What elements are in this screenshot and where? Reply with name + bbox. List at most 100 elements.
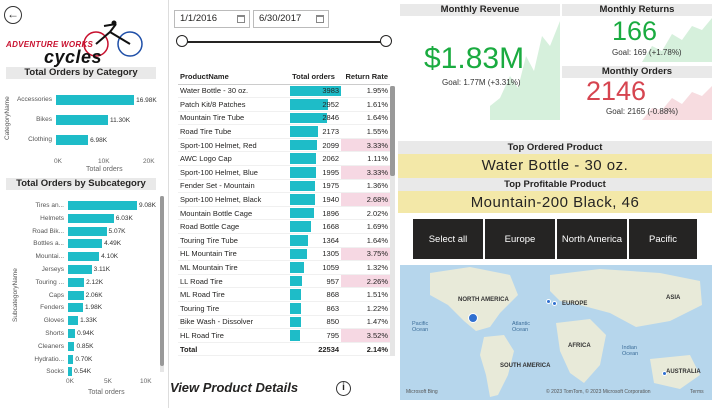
start-date-input[interactable]: 1/1/2016 [174, 10, 250, 28]
table-row[interactable]: Mountain Bottle Cage 1896 2.02% [178, 206, 390, 221]
table-row[interactable]: HL Road Tire 795 3.52% [178, 328, 390, 343]
table-row[interactable]: Road Bottle Cage 1668 1.69% [178, 219, 390, 235]
table-row[interactable]: Fender Set - Mountain 1975 1.36% [178, 179, 390, 194]
subcategory-bar[interactable] [68, 201, 137, 210]
category-x-tick: 0K [54, 158, 62, 165]
subcategory-bar[interactable] [68, 290, 84, 300]
subcategory-label: Road Bik... [32, 227, 64, 235]
table-row[interactable]: Touring Tire Tube 1364 1.64% [178, 233, 390, 248]
subcategory-chart-title: Total Orders by Subcategory [6, 178, 156, 190]
column-header-return-rate[interactable]: Return Rate [341, 70, 390, 85]
date-slider-track[interactable] [182, 41, 387, 43]
subcategory-bar[interactable] [68, 213, 114, 223]
category-bar[interactable] [56, 135, 89, 145]
subcategory-scroll-thumb[interactable] [160, 196, 164, 366]
region-button-europe[interactable]: Europe [485, 219, 557, 259]
orders-cell: 1059 [290, 260, 342, 275]
table-row[interactable]: AWC Logo Cap 2062 1.11% [178, 151, 390, 167]
subcategory-bar[interactable] [68, 277, 85, 287]
orders-cell: 1668 [290, 219, 342, 235]
region-button-north-america[interactable]: North America [557, 219, 629, 259]
total-return-rate: 2.14% [341, 341, 390, 357]
table-row[interactable]: LL Road Tire 957 2.26% [178, 274, 390, 289]
orders-cell: 1940 [290, 192, 342, 207]
category-label: Clothing [28, 136, 52, 143]
subcategory-bar[interactable] [68, 226, 107, 236]
orders-value: 1364 [322, 235, 340, 245]
column-header-product[interactable]: ProductName [178, 70, 291, 85]
orders-data-bar [290, 262, 304, 273]
map-bubble-europe[interactable] [546, 299, 551, 304]
subcategory-label: Cleaners [37, 342, 64, 350]
orders-cell: 2062 [290, 151, 342, 167]
date-slider-start-handle[interactable] [176, 35, 188, 47]
subcategory-bar[interactable] [68, 341, 75, 351]
subcategory-label: Gloves [43, 317, 64, 325]
table-row[interactable]: Sport-100 Helmet, Red 2099 3.33% [178, 138, 390, 153]
map-label-south-america: SOUTH AMERICA [500, 363, 551, 369]
total-orders: 22534 [290, 341, 342, 357]
subcategory-bar[interactable] [68, 239, 103, 249]
orders-data-bar [290, 167, 316, 178]
map-bubble-australia[interactable] [662, 371, 667, 376]
kpi-orders-card: Monthly Orders 2146 Goal: 2165 (-0.88%) [562, 66, 712, 120]
region-button-pacific[interactable]: Pacific [629, 219, 699, 259]
map-bubble-europe[interactable] [552, 301, 557, 306]
subcategory-bar[interactable] [68, 329, 76, 338]
table-row[interactable]: ML Mountain Tire 1059 1.32% [178, 260, 390, 275]
table-row[interactable]: Bike Wash - Dissolver 850 1.47% [178, 315, 390, 330]
table-row[interactable]: Water Bottle - 30 oz. 3983 1.95% [178, 84, 390, 99]
subcategory-bar[interactable] [68, 265, 92, 274]
category-bar[interactable] [56, 115, 108, 125]
subcategory-bar[interactable] [68, 252, 100, 262]
table-row[interactable]: Touring Tire 863 1.22% [178, 301, 390, 316]
subcategory-value-label: 5.07K [108, 227, 126, 235]
subcategory-label: Jerseys [41, 266, 64, 273]
subcategory-bar[interactable] [68, 354, 74, 364]
orders-value: 795 [326, 330, 340, 340]
category-x-tick: 10K [98, 158, 110, 165]
region-button-select-all[interactable]: Select all [413, 219, 485, 259]
sales-map[interactable]: NORTH AMERICA EUROPE ASIA AFRICA SOUTH A… [400, 265, 712, 400]
product-name-cell: Mountain Tire Tube [178, 111, 291, 126]
column-header-orders[interactable]: Total orders [290, 70, 342, 85]
category-bar[interactable] [56, 95, 135, 105]
calendar-icon[interactable] [316, 15, 324, 23]
table-row[interactable]: Sport-100 Helmet, Blue 1995 3.33% [178, 165, 390, 180]
subcategory-value-label: 0.54K [74, 368, 92, 376]
table-row[interactable]: ML Road Tire 868 1.51% [178, 287, 390, 302]
table-row[interactable]: HL Mountain Tire 1305 3.75% [178, 247, 390, 262]
end-date-input[interactable]: 6/30/2017 [253, 10, 329, 28]
calendar-icon[interactable] [237, 15, 245, 23]
table-row[interactable]: Road Tire Tube 2173 1.55% [178, 124, 390, 139]
table-row[interactable]: Patch Kit/8 Patches 2952 1.61% [178, 97, 390, 112]
subcategory-value-label: 1.33K [80, 317, 98, 325]
view-product-details-link[interactable]: View Product Details [170, 380, 298, 395]
orders-cell: 2952 [290, 97, 342, 112]
category-x-axis-label: Total orders [86, 166, 123, 173]
subcategory-bar[interactable] [68, 316, 79, 326]
date-slider-end-handle[interactable] [380, 35, 392, 47]
top-profitable-value: Mountain-200 Black, 46 [470, 194, 640, 211]
product-name-cell: Sport-100 Helmet, Black [178, 192, 291, 207]
product-name-cell: Patch Kit/8 Patches [178, 97, 291, 112]
subcategory-scrollbar[interactable] [160, 196, 164, 372]
table-scrollbar[interactable] [390, 86, 395, 356]
kpi-revenue-value: $1.83M [424, 42, 525, 75]
info-icon[interactable]: i [336, 381, 351, 396]
subcategory-value-label: 1.98K [85, 304, 103, 312]
table-row[interactable]: Mountain Tire Tube 2846 1.64% [178, 111, 390, 126]
orders-cell: 3983 [290, 84, 342, 99]
kpi-orders-value: 2146 [586, 76, 647, 106]
return-rate-cell: 2.02% [341, 206, 390, 221]
map-label-europe: EUROPE [562, 301, 588, 307]
subcategory-label: Tires an... [35, 202, 64, 209]
table-row[interactable]: Sport-100 Helmet, Black 1940 2.68% [178, 192, 390, 207]
subcategory-bar[interactable] [68, 303, 84, 313]
map-bubble-north-america[interactable] [468, 313, 478, 323]
table-scroll-thumb[interactable] [390, 86, 395, 176]
subcategory-bar[interactable] [68, 367, 73, 377]
orders-data-bar [290, 139, 317, 151]
top-ordered-title: Top Ordered Product [398, 141, 712, 154]
map-terms-link[interactable]: Terms [690, 389, 704, 395]
